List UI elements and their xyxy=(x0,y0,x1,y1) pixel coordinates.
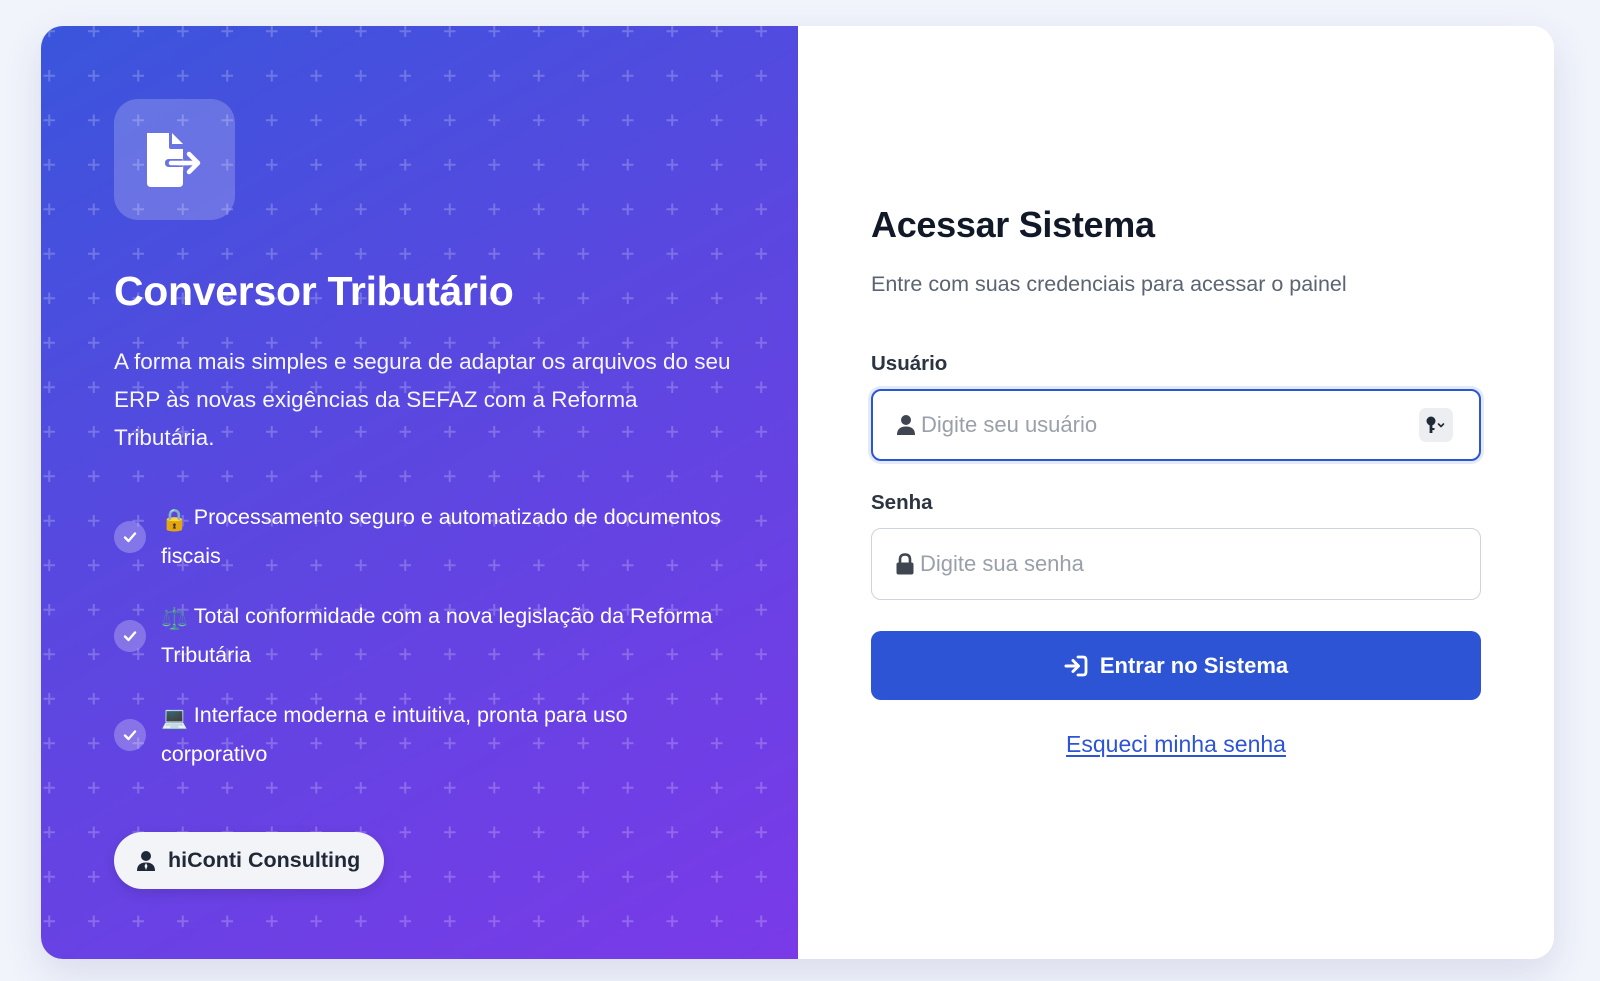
app-logo xyxy=(114,99,235,220)
feature-item: 🔒 Processamento seguro e automatizado de … xyxy=(114,499,734,574)
password-field-wrapper xyxy=(871,528,1481,600)
username-field-wrapper xyxy=(871,389,1481,461)
password-input[interactable] xyxy=(872,529,1480,599)
scales-emoji-icon: ⚖️ xyxy=(161,607,188,632)
login-form: Acessar Sistema Entre com suas credencia… xyxy=(871,204,1481,758)
username-label: Usuário xyxy=(871,352,948,375)
feature-text: Processamento seguro e automatizado de d… xyxy=(161,505,721,569)
feature-text: Interface moderna e intuitiva, pronta pa… xyxy=(161,703,628,767)
password-label: Senha xyxy=(871,491,933,514)
login-submit-label: Entrar no Sistema xyxy=(1099,652,1289,678)
company-name: hiConti Consulting xyxy=(168,848,361,872)
check-icon xyxy=(114,520,146,553)
forgot-password-link[interactable]: Esqueci minha senha xyxy=(871,731,1481,758)
password-manager-key-icon[interactable] xyxy=(1419,408,1453,442)
company-badge: hiConti Consulting xyxy=(114,832,385,889)
file-export-icon xyxy=(146,132,200,187)
check-icon xyxy=(114,718,146,751)
lock-icon xyxy=(895,553,915,575)
brand-description: A forma mais simples e segura de adaptar… xyxy=(114,349,731,451)
login-card: Conversor Tributário A forma mais simple… xyxy=(41,26,1554,959)
user-icon xyxy=(896,414,916,436)
brand-title: Conversor Tributário xyxy=(114,268,514,314)
login-title: Acessar Sistema xyxy=(871,204,1155,245)
login-subtitle: Entre com suas credenciais para acessar … xyxy=(871,272,1347,296)
login-panel: Acessar Sistema Entre com suas credencia… xyxy=(798,26,1554,959)
user-tie-icon xyxy=(136,850,156,872)
check-icon xyxy=(114,619,146,652)
feature-list: 🔒 Processamento seguro e automatizado de … xyxy=(114,499,734,772)
feature-item: 💻 Interface moderna e intuitiva, pronta p… xyxy=(114,697,734,772)
username-input[interactable] xyxy=(873,391,1479,459)
sign-in-icon xyxy=(1064,655,1088,677)
laptop-emoji-icon: 💻 xyxy=(161,706,188,731)
feature-item: ⚖️ Total conformidade com a nova legislaç… xyxy=(114,598,734,673)
brand-panel: Conversor Tributário A forma mais simple… xyxy=(41,26,798,959)
lock-emoji-icon: 🔒 xyxy=(161,508,188,533)
feature-text: Total conformidade com a nova legislação… xyxy=(161,604,713,668)
login-submit-button[interactable]: Entrar no Sistema xyxy=(871,631,1481,700)
